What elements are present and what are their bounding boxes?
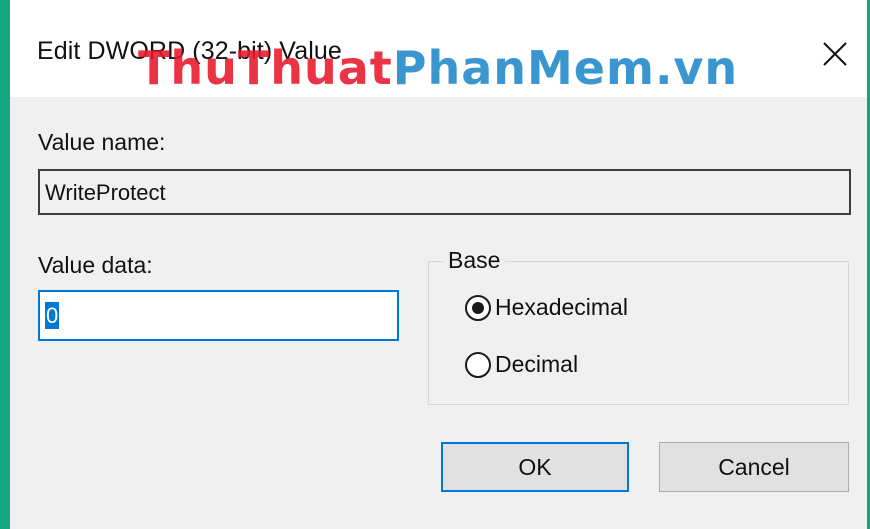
watermark-part-2: PhanMem xyxy=(392,41,655,95)
window-frame-top xyxy=(0,0,870,9)
radio-hexadecimal-circle[interactable] xyxy=(465,294,491,321)
title-bar: Edit DWORD (32-bit) Value ThuThuatPhanMe… xyxy=(10,9,867,97)
radio-selected-dot xyxy=(472,301,484,314)
base-groupbox xyxy=(428,261,849,405)
edit-dword-dialog: Edit DWORD (32-bit) Value ThuThuatPhanMe… xyxy=(10,9,867,529)
cancel-button[interactable]: Cancel xyxy=(659,442,849,492)
window-frame-left xyxy=(0,0,10,529)
base-legend: Base xyxy=(443,247,506,274)
value-name-field: WriteProtect xyxy=(38,169,851,215)
radio-hexadecimal-label: Hexadecimal xyxy=(495,294,628,320)
radio-hexadecimal[interactable]: Hexadecimal xyxy=(465,294,628,321)
value-name-label: Value name: xyxy=(38,129,166,155)
value-data-label: Value data: xyxy=(38,252,153,278)
watermark-part-3: .vn xyxy=(654,41,739,95)
watermark-part-1: ThuThuat xyxy=(138,41,393,95)
value-name-text: WriteProtect xyxy=(45,180,166,205)
radio-decimal-label: Decimal xyxy=(495,351,579,377)
ok-button[interactable]: OK xyxy=(441,442,629,492)
radio-decimal-circle[interactable] xyxy=(465,351,491,378)
watermark: ThuThuatPhanMem.vn xyxy=(138,41,738,95)
close-button[interactable] xyxy=(810,31,860,77)
radio-decimal[interactable]: Decimal xyxy=(465,351,578,378)
value-data-selected-text: 0 xyxy=(45,302,60,329)
value-data-input[interactable]: 0 xyxy=(38,290,399,341)
close-icon xyxy=(823,42,847,66)
